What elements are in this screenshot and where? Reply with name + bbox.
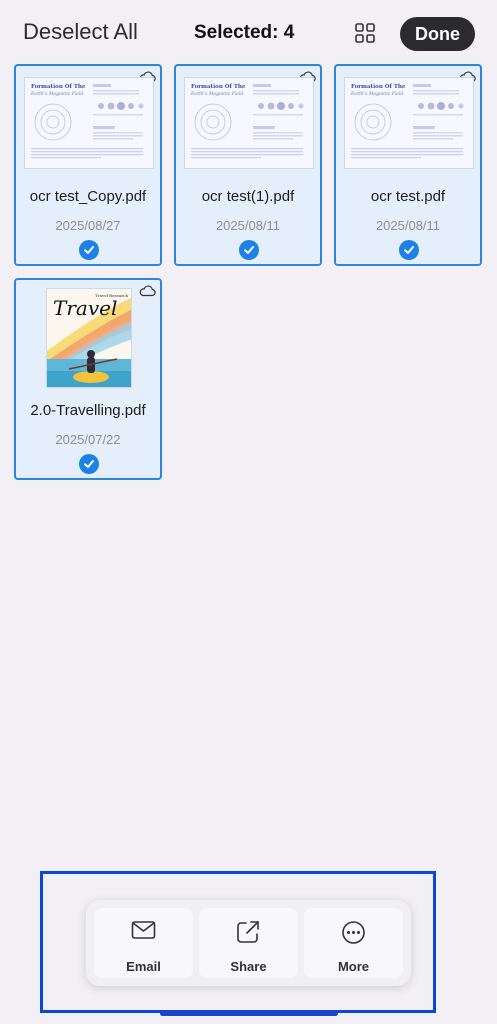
selected-checkmark[interactable] (239, 240, 259, 260)
thumb-title: Formation Of The (31, 84, 86, 90)
screen: Deselect All Selected: 4 Done Formation … (0, 0, 497, 1024)
more-label: More (337, 959, 370, 974)
checkmark-icon (84, 460, 94, 468)
document-thumbnail: Formation Of The Earth's Magnetic Field (184, 77, 314, 169)
more-button[interactable]: More (304, 908, 403, 978)
thumb-title: Formation Of The (351, 84, 406, 90)
selected-checkmark[interactable] (399, 240, 419, 260)
selected-checkmark[interactable] (79, 454, 99, 474)
selected-checkmark[interactable] (79, 240, 99, 260)
file-date: 2025/07/22 (55, 432, 121, 447)
mail-icon (131, 921, 156, 939)
email-button[interactable]: Email (94, 908, 193, 978)
travel-thumbnail: Travel Research Travel (46, 288, 132, 388)
file-date: 2025/08/11 (375, 218, 441, 233)
done-button[interactable]: Done (400, 17, 475, 51)
thumb-subtitle: Earth's Magnetic Field (350, 91, 403, 97)
file-date: 2025/08/11 (215, 218, 281, 233)
email-label: Email (126, 959, 161, 974)
file-date: 2025/08/27 (55, 218, 121, 233)
file-name: 2.0-Travelling.pdf (30, 402, 146, 419)
selection-count-title: Selected: 4 (194, 22, 295, 43)
action-bar: Email Share More (86, 900, 411, 986)
file-card-ocr-test-copy[interactable]: Formation Of The Earth's Magnetic Field (14, 64, 162, 266)
share-label: Share (230, 959, 267, 974)
document-thumbnail: Formation Of The Earth's Magnetic Field (24, 77, 154, 169)
document-thumbnail: Formation Of The Earth's Magnetic Field (344, 77, 474, 169)
checkmark-icon (84, 246, 94, 254)
file-name: ocr test.pdf (370, 188, 446, 205)
thumb-subtitle: Earth's Magnetic Field (190, 91, 243, 97)
top-bar: Deselect All Selected: 4 Done (0, 0, 497, 64)
checkmark-icon (244, 246, 254, 254)
grid-icon (355, 23, 375, 43)
file-card-travelling[interactable]: Travel Research Travel 2.0-Travelling.pd… (14, 278, 162, 480)
share-button[interactable]: Share (199, 908, 298, 978)
thumb-title: Travel (53, 296, 117, 320)
cloud-icon (139, 285, 156, 297)
file-card-ocr-test-1[interactable]: Formation Of The Earth's Magnetic Field (174, 64, 322, 266)
thumb-title: Formation Of The (191, 84, 246, 90)
share-icon (237, 921, 259, 943)
more-icon (342, 921, 365, 944)
checkmark-icon (404, 246, 414, 254)
grid-view-button[interactable] (354, 22, 376, 44)
file-card-ocr-test[interactable]: Formation Of The Earth's Magnetic Field (334, 64, 482, 266)
thumb-subtitle: Earth's Magnetic Field (30, 91, 83, 97)
file-name: ocr test_Copy.pdf (29, 188, 147, 205)
deselect-all-button[interactable]: Deselect All (23, 19, 138, 45)
home-indicator (160, 1011, 338, 1016)
file-name: ocr test(1).pdf (201, 188, 295, 205)
